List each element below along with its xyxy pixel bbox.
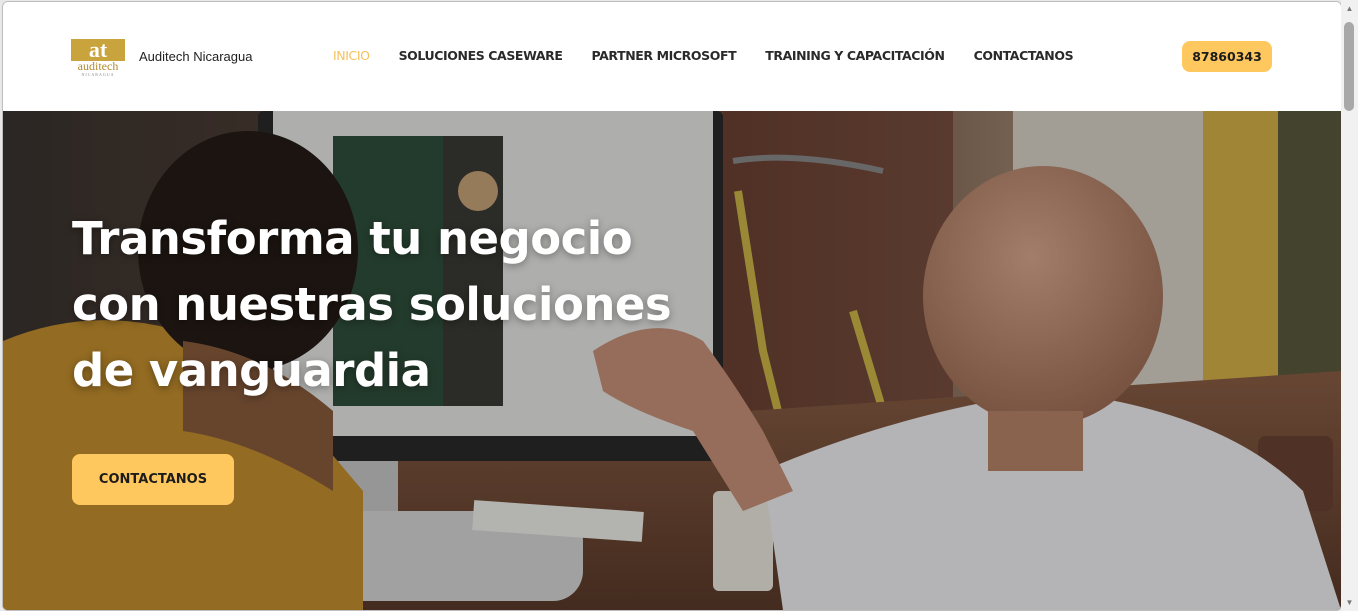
nav-training-capacitacion[interactable]: TRAINING Y CAPACITACIÓN [765,48,945,63]
page-scrollbar[interactable]: ▲ ▼ [1341,0,1358,611]
svg-text:NICARAGUA: NICARAGUA [82,72,115,77]
nav-soluciones-caseware[interactable]: SOLUCIONES CASEWARE [399,48,563,63]
brand-name[interactable]: Auditech Nicaragua [139,49,252,64]
nav-contactanos[interactable]: CONTACTANOS [974,48,1074,63]
scroll-down-arrow-icon[interactable]: ▼ [1341,594,1358,611]
main-nav: INICIO SOLUCIONES CASEWARE PARTNER MICRO… [333,48,1102,63]
site-header: at auditech NICARAGUA Auditech Nicaragua… [3,2,1341,111]
scroll-up-arrow-icon[interactable]: ▲ [1341,0,1358,17]
scroll-thumb[interactable] [1344,22,1354,111]
svg-text:auditech: auditech [78,59,119,73]
browser-window: at auditech NICARAGUA Auditech Nicaragua… [2,1,1342,611]
auditech-logo[interactable]: at auditech NICARAGUA [71,39,125,77]
nav-inicio[interactable]: INICIO [333,48,370,63]
hero-contact-button[interactable]: CONTACTANOS [72,454,234,505]
hero-title: Transforma tu negocio con nuestras soluc… [72,212,672,397]
hero-section: Transforma tu negocio con nuestras soluc… [3,111,1341,610]
phone-button[interactable]: 87860343 [1182,41,1272,72]
nav-partner-microsoft[interactable]: PARTNER MICROSOFT [592,48,737,63]
